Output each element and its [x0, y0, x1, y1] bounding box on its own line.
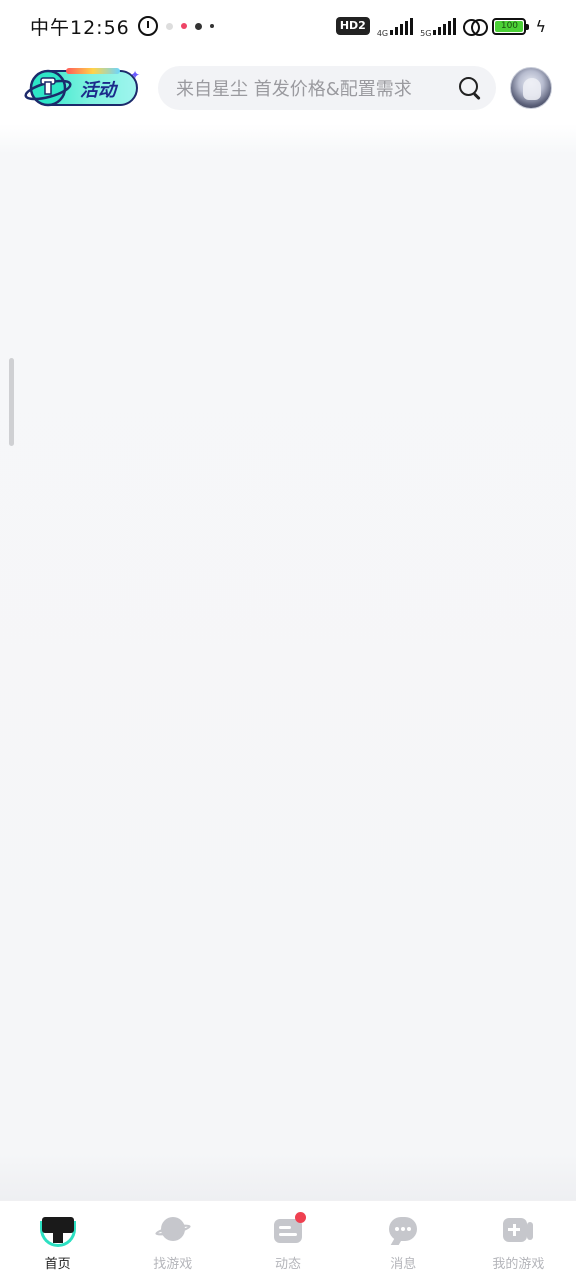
message-icon [385, 1213, 421, 1247]
nav-label-my-games: 我的游戏 [492, 1257, 545, 1272]
notification-icon [194, 22, 202, 30]
hd-badge: HD2 [335, 17, 370, 35]
activity-button[interactable]: 活动 ✦ [24, 64, 142, 112]
user-avatar[interactable] [510, 67, 552, 109]
status-right: HD2 4G 5G 100 ϟ [335, 15, 546, 38]
rainbow-decoration [66, 68, 120, 74]
nav-item-messages[interactable]: 消息 [346, 1201, 461, 1280]
battery-icon: 100 [492, 17, 530, 35]
notification-icon [165, 22, 173, 30]
charging-icon: ϟ [535, 16, 546, 36]
search-icon[interactable] [458, 76, 482, 100]
search-bar[interactable]: 来自星尘 首发价格&配置需求 [158, 66, 496, 110]
nav-label-messages: 消息 [390, 1257, 417, 1272]
signal-icon [433, 17, 457, 35]
star-icon: ✦ [129, 68, 140, 82]
planet-logo-icon [24, 69, 72, 107]
bottom-nav: 首页 找游戏 动态 消息 我的游戏 [0, 1200, 576, 1280]
main-content[interactable] [0, 124, 576, 1200]
status-time: 中午12:56 [30, 16, 130, 39]
status-left: 中午12:56 [30, 13, 214, 40]
nav-item-find-games[interactable]: 找游戏 [115, 1201, 230, 1280]
status-bar: 中午12:56 HD2 4G 5G 100 ϟ [0, 0, 576, 52]
link-icon [463, 19, 489, 36]
scroll-indicator [9, 358, 14, 446]
gamepad-icon [500, 1213, 536, 1247]
network-label: 4G [376, 28, 389, 38]
notification-badge [295, 1212, 306, 1223]
nav-item-home[interactable]: 首页 [0, 1201, 115, 1280]
signal-icon [390, 17, 414, 35]
planet-icon [154, 1213, 192, 1247]
nav-label-feed: 动态 [275, 1257, 302, 1272]
feed-icon [270, 1212, 306, 1247]
notification-icon [180, 23, 187, 29]
activity-label: 活动 [80, 80, 116, 101]
battery-level: 100 [495, 20, 524, 32]
home-icon [39, 1213, 76, 1247]
search-placeholder: 来自星尘 首发价格&配置需求 [176, 79, 412, 100]
nav-item-feed[interactable]: 动态 [230, 1201, 345, 1280]
nav-label-home: 首页 [44, 1257, 71, 1272]
nav-item-my-games[interactable]: 我的游戏 [461, 1201, 576, 1280]
nav-label-find-games: 找游戏 [153, 1257, 193, 1272]
notification-icon [209, 24, 214, 28]
app-screen: 中午12:56 HD2 4G 5G 100 ϟ 活动 ✦ 来自星尘 首发价格&配… [0, 0, 576, 1280]
alarm-icon [137, 16, 158, 36]
top-header: 活动 ✦ 来自星尘 首发价格&配置需求 [0, 52, 576, 124]
network-label: 5G [420, 28, 432, 38]
